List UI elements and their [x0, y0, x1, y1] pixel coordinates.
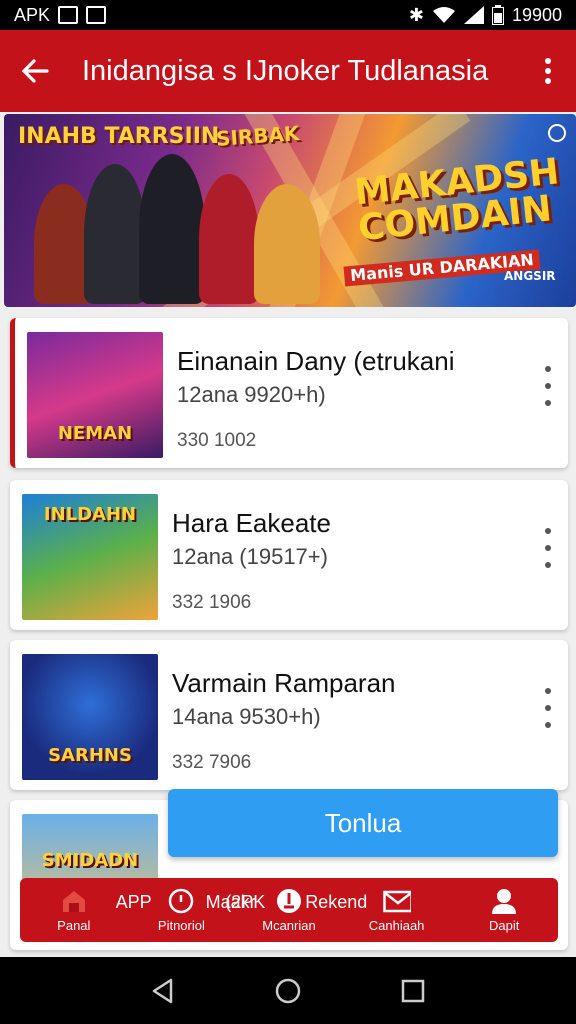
nav-item-canhiaah[interactable]: Canhiaah	[343, 878, 451, 942]
mail-icon	[86, 6, 107, 24]
game-meta: 332 1906	[172, 592, 252, 613]
wifi-icon	[432, 7, 455, 23]
list-item[interactable]: SARHNS Varmain Ramparan 14ana 9530+h) 33…	[10, 640, 568, 790]
more-vert-icon	[545, 58, 551, 84]
nav-item-pitnoriol[interactable]: APP Maakr Pitnoriol	[116, 878, 256, 942]
status-app-label: APK	[14, 4, 51, 25]
home-circle-icon[interactable]	[274, 977, 302, 1005]
battery-icon	[491, 5, 504, 25]
game-thumbnail: INLDAHN	[22, 494, 158, 620]
game-subtitle: 12ana 9920+h)	[177, 382, 326, 407]
banner-text-mid: SIRBAK	[215, 121, 301, 151]
home-icon	[62, 890, 85, 912]
app-bar: Inidangisa s IJnoker Tudlanasia	[0, 30, 576, 112]
back-button[interactable]	[0, 30, 70, 112]
nav-item-dapit[interactable]: Dapit	[450, 878, 558, 942]
game-title: Varmain Ramparan	[172, 668, 396, 698]
banner-corner-text: ANGSIR	[504, 269, 556, 283]
game-thumbnail: NEMAN	[27, 332, 163, 458]
status-time: 19900	[511, 4, 562, 25]
game-title: Hara Eakeate	[172, 508, 331, 538]
banner-info-icon[interactable]	[548, 124, 566, 142]
timer-icon	[169, 888, 194, 913]
banner-characters	[34, 154, 354, 304]
signal-icon	[463, 6, 484, 24]
nav-overlay-text: APP	[115, 892, 152, 912]
game-subtitle: 12ana (19517+)	[172, 544, 328, 569]
page-title: Inidangisa s IJnoker Tudlanasia	[82, 54, 489, 87]
more-vert-icon[interactable]	[536, 366, 560, 406]
nav-item-mcanrian[interactable]: (2PK Rekend Mcanrian	[225, 878, 367, 942]
person-icon	[492, 888, 517, 914]
arrow-left-icon	[21, 59, 49, 83]
game-meta: 332 7906	[172, 752, 252, 773]
list-item[interactable]: INLDAHN Hara Eakeate 12ana (19517+) 332 …	[10, 480, 568, 630]
nav-overlay-text: (2PK	[225, 892, 266, 912]
download-icon	[276, 888, 301, 913]
bottom-nav: Panal APP Maakr Pitnoriol (2PK Rekend Mc…	[20, 878, 558, 942]
game-meta: 330 1002	[177, 430, 257, 451]
status-bar: APK ✱ 19900	[0, 0, 576, 30]
mail-icon	[382, 890, 411, 912]
more-vert-icon[interactable]	[536, 688, 560, 728]
list-item[interactable]: NEMAN Einanain Dany (etrukani 12ana 9920…	[10, 318, 568, 468]
system-nav-bar	[0, 957, 576, 1024]
game-title: Einanain Dany (etrukani	[177, 346, 455, 376]
primary-action-button[interactable]: Tonlua	[168, 789, 558, 857]
game-subtitle: 14ana 9530+h)	[172, 704, 321, 729]
overflow-menu-button[interactable]	[520, 30, 576, 112]
recents-square-icon[interactable]	[399, 977, 427, 1005]
gmail-icon	[58, 6, 79, 24]
promo-banner[interactable]: INAHB TARRSIIN SIRBAK MAKADSH COMDAIN Ma…	[4, 114, 576, 307]
game-thumbnail: SARHNS	[22, 654, 158, 780]
more-vert-icon[interactable]	[536, 528, 560, 568]
nav-item-panal[interactable]: Panal	[20, 878, 128, 942]
back-triangle-icon[interactable]	[149, 977, 177, 1005]
banner-text-left: INAHB TARRSIIN	[18, 124, 220, 149]
bluetooth-icon: ✱	[408, 4, 424, 25]
